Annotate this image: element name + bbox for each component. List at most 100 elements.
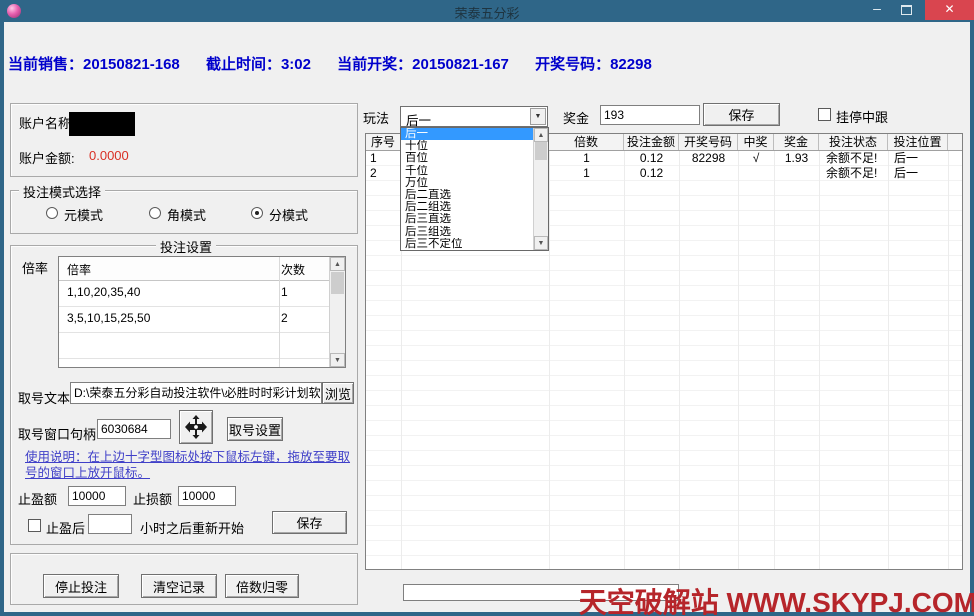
- rate-value: 1,10,20,35,40: [67, 285, 140, 299]
- col-draw-number[interactable]: 开奖号码: [679, 134, 738, 150]
- hang-follow-label[interactable]: 挂停中跟: [836, 107, 888, 126]
- app-window: 荣泰五分彩 – ✕ 当前销售：20150821-168 截止时间：3:02 当前…: [0, 0, 974, 616]
- record-multiple[interactable]: 1: [549, 151, 624, 166]
- dropdown-option[interactable]: 后三直选: [401, 213, 534, 225]
- stop-win-label: 止盈额: [18, 489, 57, 508]
- scroll-down-icon[interactable]: ▼: [534, 236, 548, 250]
- count-col-header: 次数: [281, 261, 305, 278]
- radio-yuan-mode-label[interactable]: 元模式: [64, 205, 103, 224]
- rate-row[interactable]: 1,10,20,35,40 1: [59, 281, 331, 307]
- record-position[interactable]: 后一: [894, 151, 954, 166]
- rate-table-header: 倍率 次数: [59, 257, 331, 281]
- dropdown-option[interactable]: 后二直选: [401, 189, 534, 201]
- record-win-checkmark[interactable]: [738, 166, 774, 181]
- dropdown-option[interactable]: 后三组选: [401, 226, 534, 238]
- rate-table-scrollbar[interactable]: ▲ ▼: [329, 257, 345, 367]
- count-value: 2: [281, 311, 288, 325]
- col-amount[interactable]: 投注金额: [624, 134, 679, 150]
- radio-yuan-mode[interactable]: [46, 207, 58, 219]
- account-balance-value: 0.0000: [89, 148, 129, 163]
- account-name-label: 账户名称:: [19, 113, 75, 132]
- record-seq[interactable]: 2: [370, 166, 398, 181]
- browse-button[interactable]: 浏览: [322, 382, 354, 404]
- record-prize[interactable]: [774, 166, 819, 181]
- dropdown-option[interactable]: 千位: [401, 165, 534, 177]
- stop-loss-input[interactable]: [178, 486, 236, 506]
- rate-label: 倍率: [22, 258, 48, 277]
- record-prize[interactable]: 1.93: [774, 151, 819, 166]
- window-title: 荣泰五分彩: [0, 3, 974, 22]
- status-bar: 当前销售：20150821-168 截止时间：3:02 当前开奖：2015082…: [8, 53, 958, 74]
- resume-checkbox-label[interactable]: 止盈后: [46, 518, 85, 537]
- rate-row-empty[interactable]: [59, 333, 331, 359]
- radio-jiao-mode[interactable]: [149, 207, 161, 219]
- col-filler: [948, 134, 962, 150]
- fetch-text-input[interactable]: D:\荣泰五分彩自动投注软件\必胜时时彩计划软件: [70, 382, 322, 404]
- play-type-combobox[interactable]: 后一 ▼: [400, 106, 548, 127]
- record-status[interactable]: 余额不足!: [826, 166, 895, 181]
- status-draw-number: 开奖号码：82298: [535, 56, 652, 73]
- close-button[interactable]: ✕: [925, 0, 974, 20]
- rate-row[interactable]: 3,5,10,15,25,50 2: [59, 307, 331, 333]
- account-panel: 账户名称: 账户金额: 0.0000: [10, 103, 358, 177]
- radio-fen-mode[interactable]: [251, 207, 263, 219]
- maximize-icon[interactable]: [901, 5, 912, 15]
- record-amount[interactable]: 0.12: [624, 166, 679, 181]
- save-prize-button[interactable]: 保存: [703, 103, 780, 126]
- status-current-draw: 当前开奖：20150821-167: [337, 56, 509, 73]
- record-draw-number[interactable]: [679, 166, 738, 181]
- radio-fen-mode-label[interactable]: 分模式: [269, 205, 308, 224]
- resume-checkbox[interactable]: [28, 519, 41, 532]
- hang-follow-checkbox[interactable]: [818, 108, 831, 121]
- account-name-redacted: [69, 112, 135, 136]
- usage-instructions: 使用说明：在上边十字型图标处按下鼠标左键，拖放至要取号的窗口上放开鼠标。: [25, 449, 351, 481]
- prize-input[interactable]: [600, 105, 700, 125]
- record-status[interactable]: 余额不足!: [826, 151, 895, 166]
- scroll-down-icon[interactable]: ▼: [330, 353, 345, 367]
- dropdown-option[interactable]: 后三不定位: [401, 238, 534, 250]
- fetch-text-label: 取号文本: [18, 388, 70, 407]
- minimize-button[interactable]: –: [866, 1, 888, 19]
- col-multiple[interactable]: 倍数: [549, 134, 624, 150]
- scroll-up-icon[interactable]: ▲: [534, 128, 548, 142]
- col-win[interactable]: 中奖: [738, 134, 774, 150]
- dropdown-option[interactable]: 万位: [401, 177, 534, 189]
- bet-mode-group-title: 投注模式选择: [19, 182, 105, 201]
- col-seq[interactable]: 序号: [366, 134, 401, 150]
- bet-mode-group: 投注模式选择 元模式 角模式 分模式: [10, 190, 358, 234]
- scroll-up-icon[interactable]: ▲: [330, 257, 345, 271]
- save-settings-button[interactable]: 保存: [272, 511, 347, 534]
- status-deadline: 截止时间：3:02: [206, 56, 311, 73]
- col-status[interactable]: 投注状态: [819, 134, 888, 150]
- record-win-checkmark[interactable]: √: [738, 151, 774, 166]
- prize-label: 奖金: [563, 108, 589, 127]
- record-draw-number[interactable]: 82298: [679, 151, 738, 166]
- dropdown-scrollbar[interactable]: ▲ ▼: [533, 128, 548, 250]
- fetch-settings-button[interactable]: 取号设置: [227, 417, 283, 441]
- resume-hours-input[interactable]: [88, 514, 132, 534]
- stop-win-input[interactable]: [68, 486, 126, 506]
- window-handle-label: 取号窗口句柄: [18, 424, 96, 443]
- dropdown-option[interactable]: 后一: [401, 128, 534, 140]
- title-bar[interactable]: 荣泰五分彩 – ✕: [0, 0, 974, 22]
- play-type-dropdown-list: 后一 十位 百位 千位 万位 后二直选 后二组选 后三直选 后三组选 后三不定位…: [400, 127, 549, 251]
- radio-jiao-mode-label[interactable]: 角模式: [167, 205, 206, 224]
- scrollbar-thumb[interactable]: [535, 142, 547, 160]
- dropdown-option[interactable]: 百位: [401, 152, 534, 164]
- stop-betting-button[interactable]: 停止投注: [43, 574, 119, 598]
- clear-records-button[interactable]: 清空记录: [141, 574, 217, 598]
- window-handle-input[interactable]: [97, 419, 171, 439]
- record-position[interactable]: 后一: [894, 166, 954, 181]
- reset-multiple-button[interactable]: 倍数归零: [225, 574, 299, 598]
- dropdown-option[interactable]: 后二组选: [401, 201, 534, 213]
- record-amount[interactable]: 0.12: [624, 151, 679, 166]
- col-prize[interactable]: 奖金: [774, 134, 819, 150]
- scrollbar-thumb[interactable]: [331, 272, 344, 294]
- record-seq[interactable]: 1: [370, 151, 398, 166]
- col-position[interactable]: 投注位置: [888, 134, 948, 150]
- crosshair-drag-button[interactable]: [179, 410, 213, 444]
- chevron-down-icon[interactable]: ▼: [530, 108, 546, 125]
- record-multiple[interactable]: 1: [549, 166, 624, 181]
- dropdown-option[interactable]: 十位: [401, 140, 534, 152]
- bet-settings-group-title: 投注设置: [156, 237, 216, 256]
